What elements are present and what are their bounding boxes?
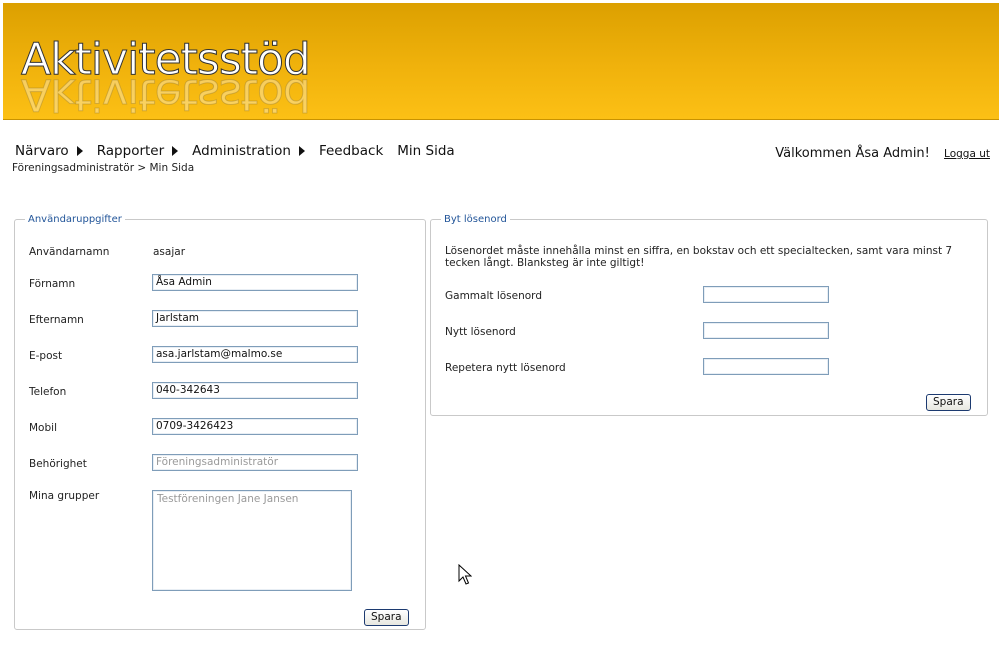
save-password-button[interactable]: Spara (926, 394, 971, 411)
lastname-label: Efternamn (29, 314, 84, 326)
mobile-label: Mobil (29, 422, 57, 434)
new-password-label: Nytt lösenord (445, 326, 516, 338)
groups-label: Mina grupper (29, 490, 100, 502)
firstname-field[interactable]: Åsa Admin (152, 274, 358, 291)
old-password-field[interactable] (703, 286, 829, 303)
email-label: E-post (29, 350, 63, 362)
nav-item-label: Administration (192, 143, 291, 159)
nav-item-min-sida[interactable]: Min Sida (397, 143, 454, 159)
user-details-legend: Användaruppgifter (28, 214, 122, 225)
triangle-right-icon (298, 146, 305, 156)
new-password-field[interactable] (703, 322, 829, 339)
header-banner: Aktivitetsstöd Aktivitetsstöd (3, 3, 999, 120)
repeat-password-field[interactable] (703, 358, 829, 375)
nav-item-feedback[interactable]: Feedback (319, 143, 383, 159)
nav-item-narvaro[interactable]: Närvaro (15, 143, 83, 159)
user-details-panel: Användaruppgifter Användarnamn asajar Fö… (14, 214, 426, 630)
email-field[interactable]: asa.jarlstam@malmo.se (152, 346, 358, 363)
welcome-suffix: ! (924, 146, 930, 161)
mobile-field[interactable]: 0709-3426423 (152, 418, 358, 435)
groups-list[interactable]: Testföreningen Jane Jansen (152, 490, 352, 591)
repeat-password-label: Repetera nytt lösenord (445, 362, 566, 374)
old-password-label: Gammalt lösenord (445, 290, 542, 302)
username-label: Användarnamn (29, 246, 110, 258)
lastname-field[interactable]: Jarlstam (152, 310, 358, 327)
nav-item-label: Feedback (318, 143, 384, 159)
main-nav: Närvaro Rapporter Administration Feedbac… (15, 143, 469, 159)
nav-item-label: Min Sida (397, 143, 455, 159)
triangle-right-icon (76, 146, 83, 156)
change-password-panel: Byt lösenord Lösenordet måste innehålla … (430, 214, 988, 416)
welcome-area: Välkommen Åsa Admin! Logga ut (775, 146, 990, 161)
firstname-label: Förnamn (29, 278, 76, 290)
welcome-prefix: Välkommen (775, 146, 852, 161)
triangle-right-icon (172, 146, 179, 156)
role-label: Behörighet (29, 458, 87, 470)
change-password-legend: Byt lösenord (444, 214, 507, 225)
nav-item-label: Närvaro (15, 143, 69, 159)
nav-item-label: Rapporter (96, 143, 165, 159)
nav-item-rapporter[interactable]: Rapporter (96, 143, 179, 159)
save-user-button[interactable]: Spara (364, 609, 409, 626)
app-logo-reflection: Aktivitetsstöd (21, 69, 311, 120)
phone-label: Telefon (29, 386, 67, 398)
mouse-pointer-icon (458, 564, 472, 585)
username-value: asajar (153, 246, 186, 258)
password-hint: Lösenordet måste innehålla minst en siff… (445, 245, 953, 269)
user-name-link[interactable]: Åsa Admin (855, 146, 924, 161)
phone-field[interactable]: 040-342643 (152, 382, 358, 399)
breadcrumb: Föreningsadministratör > Min Sida (12, 162, 195, 174)
logout-link[interactable]: Logga ut (944, 148, 990, 160)
nav-item-administration[interactable]: Administration (192, 143, 305, 159)
role-field: Föreningsadministratör (152, 454, 358, 471)
